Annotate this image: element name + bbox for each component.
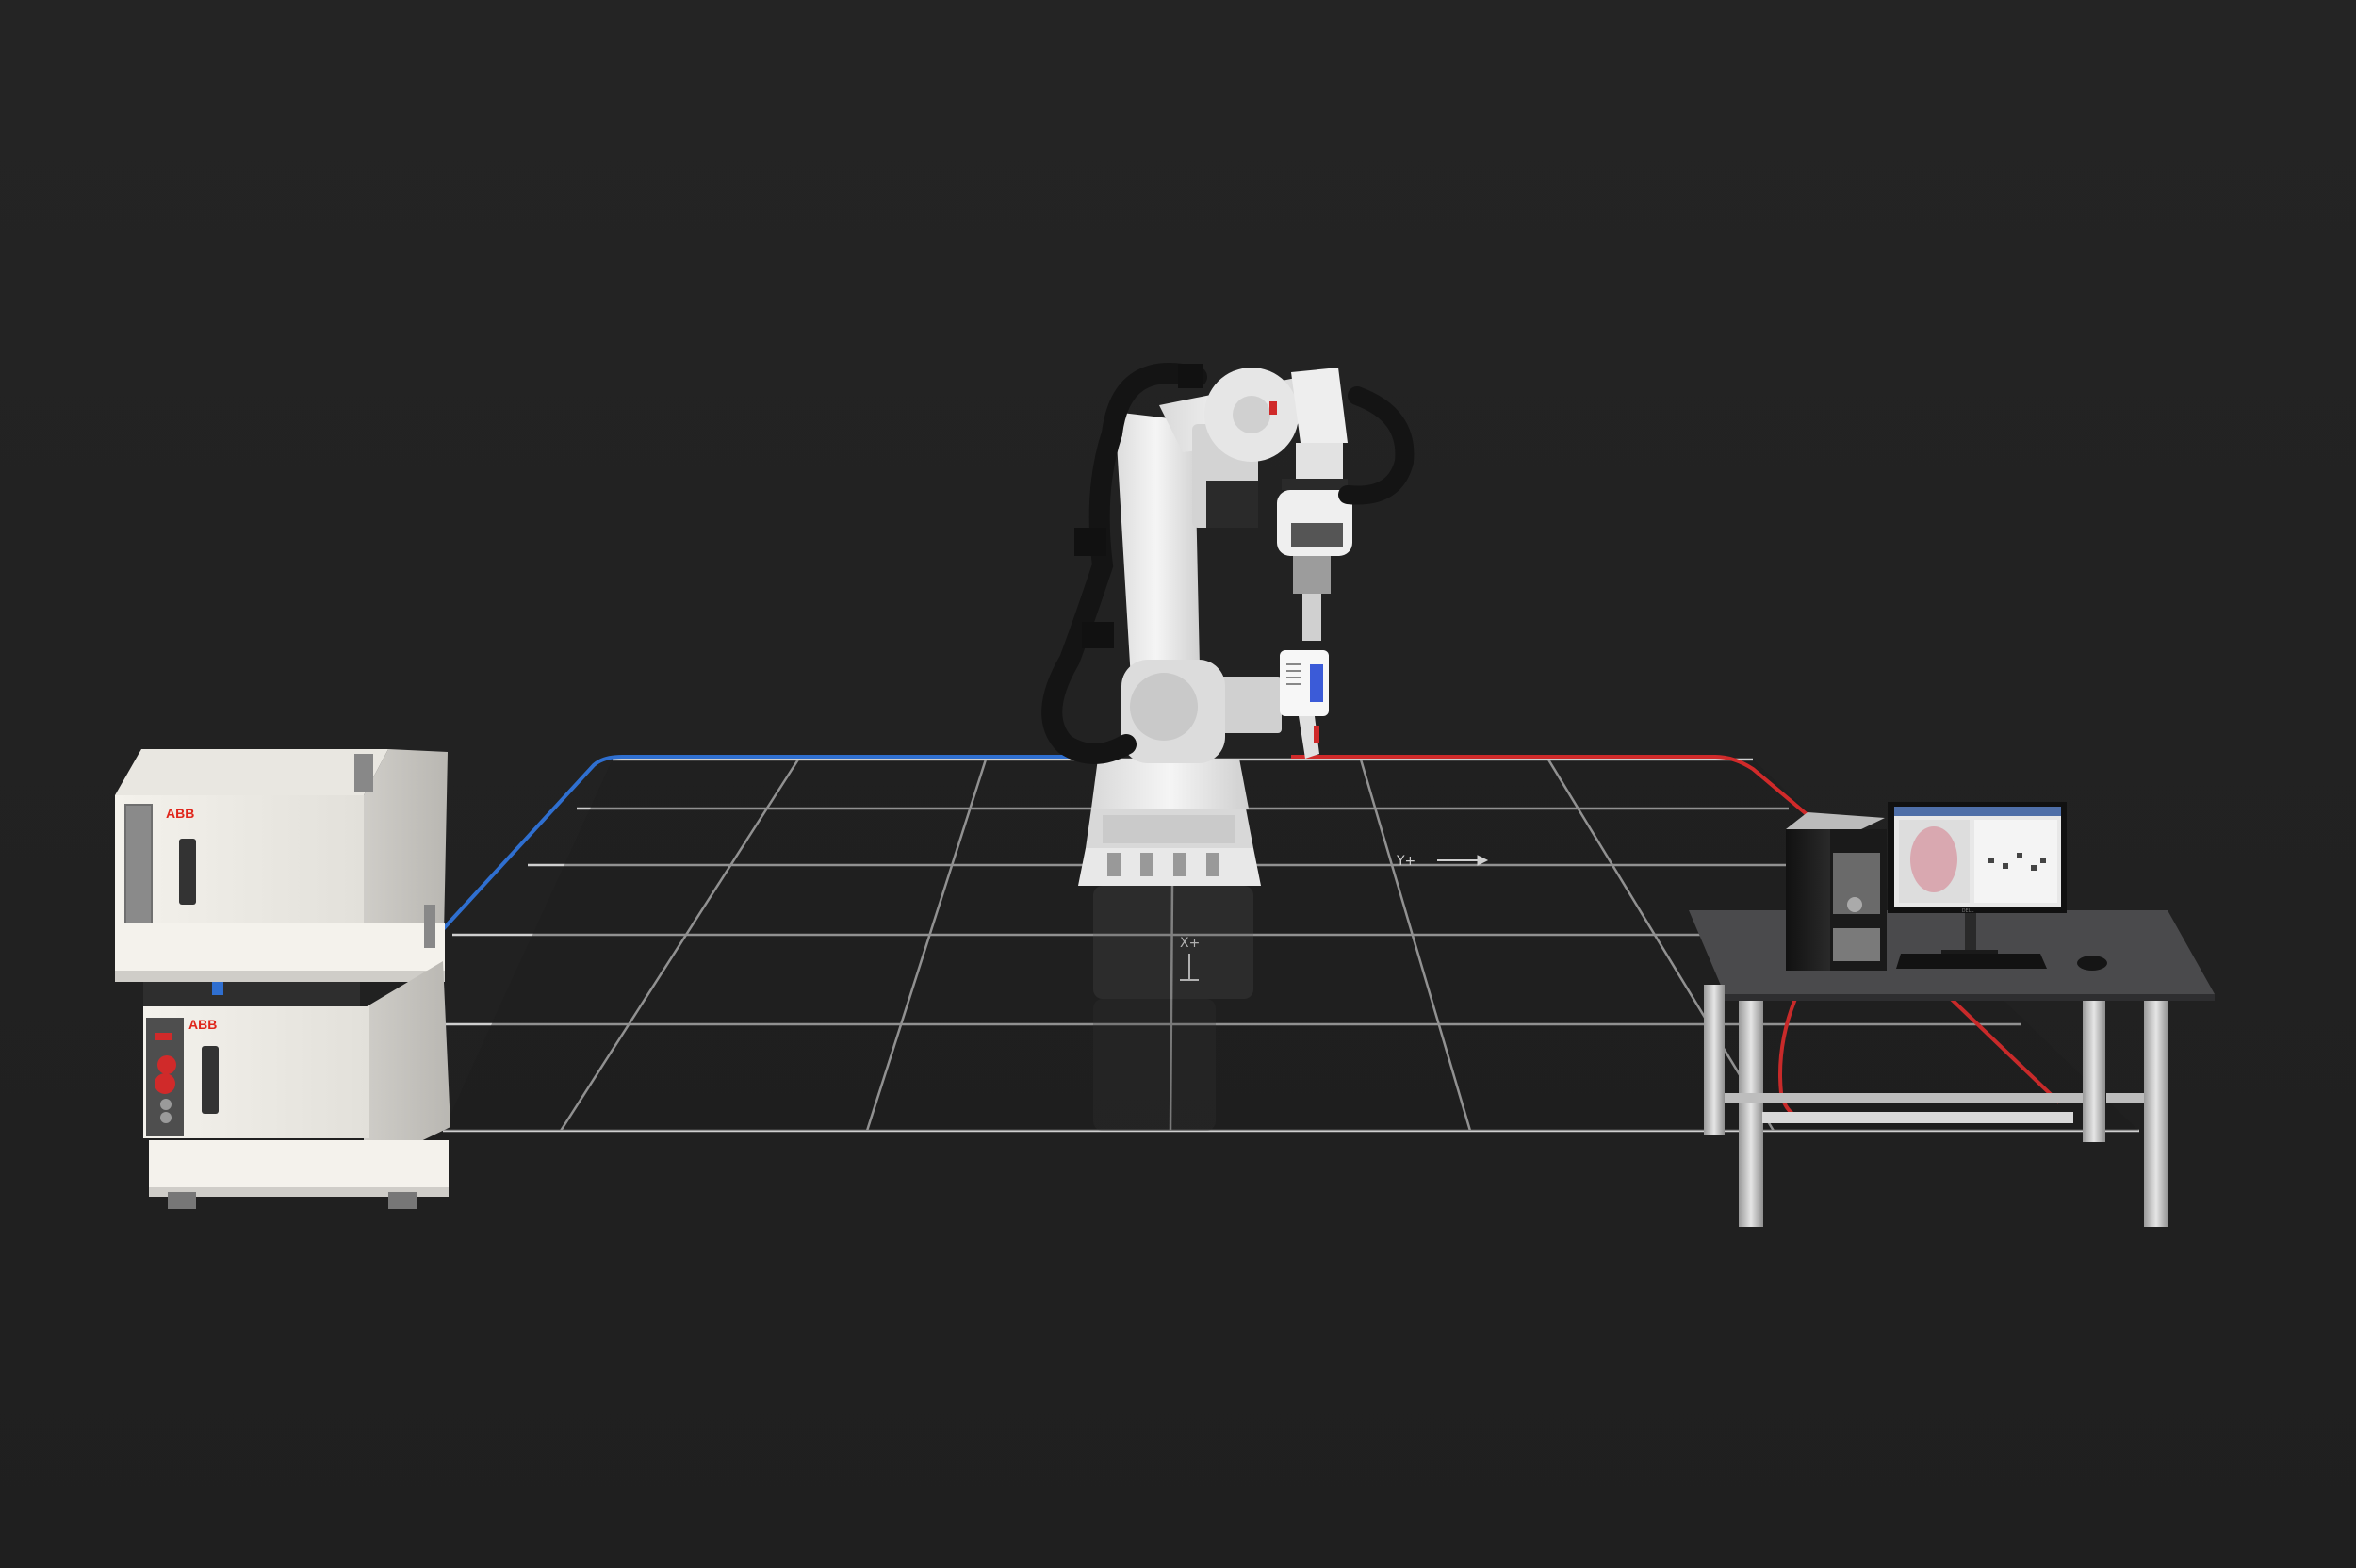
desk-leg-front-left	[1704, 985, 1725, 1135]
robot-wrist	[1291, 368, 1348, 443]
robot-turret	[1091, 759, 1249, 808]
robot-cell-scene: Y+ X+	[0, 0, 2356, 1568]
controller-bottom-brand: ABB	[188, 1017, 217, 1032]
tower-power-button[interactable]	[1847, 897, 1862, 912]
keyboard[interactable]	[1896, 954, 2047, 969]
controller-cabinet-top: ABB	[115, 749, 448, 982]
robot-base	[1078, 848, 1261, 886]
emergency-stop-button[interactable]	[157, 1055, 176, 1074]
desktop-tower	[1786, 812, 1887, 971]
end-effector-screen	[1310, 664, 1323, 702]
controller-cabinet-bottom: ABB	[143, 961, 450, 1209]
desk-leg-back-left	[1739, 1001, 1763, 1227]
controller-top-brand: ABB	[166, 806, 194, 821]
power-switch-button[interactable]	[155, 1073, 175, 1094]
robot-motor-axis1	[1216, 677, 1282, 733]
axis-y-label: Y+	[1396, 854, 1415, 869]
desk-leg-front-right	[2144, 1001, 2168, 1227]
robot-tool-shaft	[1302, 594, 1321, 641]
mouse[interactable]	[2077, 956, 2107, 971]
